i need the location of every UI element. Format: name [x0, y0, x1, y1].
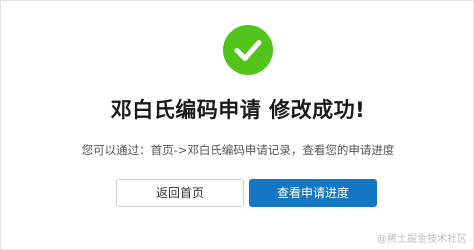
check-mark-icon: [234, 40, 262, 61]
result-title: 邓白氏编码申请 修改成功!: [110, 98, 366, 122]
view-progress-button[interactable]: 查看申请进度: [249, 179, 377, 207]
result-message: 您可以通过：首页->邓白氏编码申请记录，查看您的申请进度: [81, 143, 395, 157]
back-to-home-button[interactable]: 返回首页: [116, 179, 244, 207]
success-check-icon: [223, 25, 273, 75]
watermark: @稀土掘金技术社区: [377, 234, 467, 245]
result-page: 邓白氏编码申请 修改成功! 您可以通过：首页->邓白氏编码申请记录，查看您的申请…: [0, 0, 474, 250]
